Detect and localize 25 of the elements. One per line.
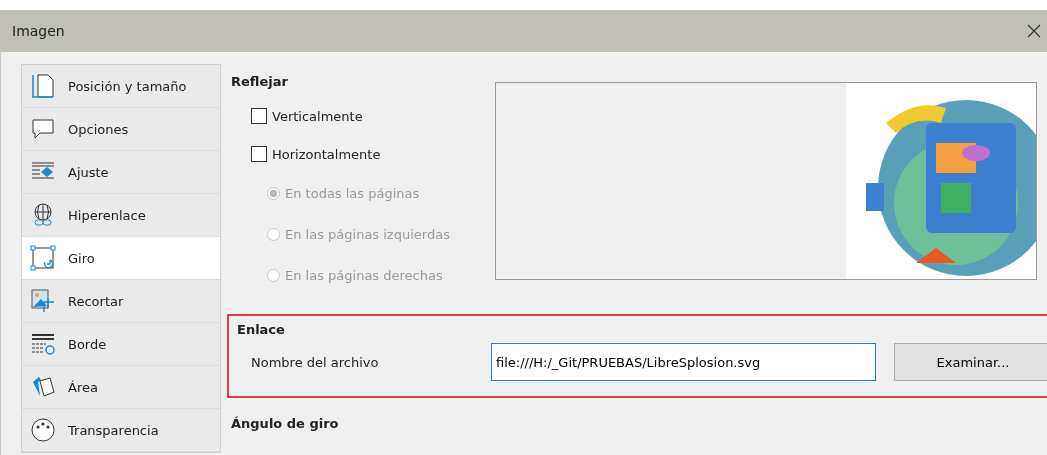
sidebar-item[interactable]: Borde — [22, 323, 220, 366]
crop-icon — [30, 288, 56, 314]
section-heading: Reflejar — [231, 74, 289, 89]
field-label: Nombre del archivo — [250, 354, 380, 370]
sidebar-item[interactable]: Ajuste — [22, 151, 220, 194]
rotate-icon — [30, 245, 56, 271]
sidebar-item[interactable]: Área — [22, 366, 220, 409]
sidebar-item[interactable]: Giro — [22, 237, 220, 280]
border-icon — [30, 331, 56, 357]
sidebar-item[interactable]: Recortar — [22, 280, 220, 323]
checkbox[interactable] — [251, 108, 267, 124]
sidebar-item[interactable]: Posición y tamaño — [22, 65, 220, 108]
section-heading: Enlace — [237, 322, 286, 337]
file-name-field[interactable]: file:///H:/_Git/PRUEBAS/LibreSplosion.svg — [491, 343, 876, 381]
checkbox-option[interactable]: Verticalmente — [231, 97, 481, 135]
palette-icon — [30, 417, 56, 443]
checkbox-option[interactable]: Horizontalmente — [231, 135, 481, 173]
browse-button[interactable]: Examinar... — [894, 343, 1047, 381]
window-title: Imagen — [12, 23, 65, 39]
sidebar-item[interactable]: Opciones — [22, 108, 220, 151]
close-icon — [1027, 24, 1041, 38]
sidebar-item[interactable]: Transparencia — [22, 409, 220, 452]
page-icon — [30, 73, 56, 99]
checkbox[interactable] — [251, 146, 267, 162]
section-heading: Ángulo de giro — [231, 416, 340, 431]
